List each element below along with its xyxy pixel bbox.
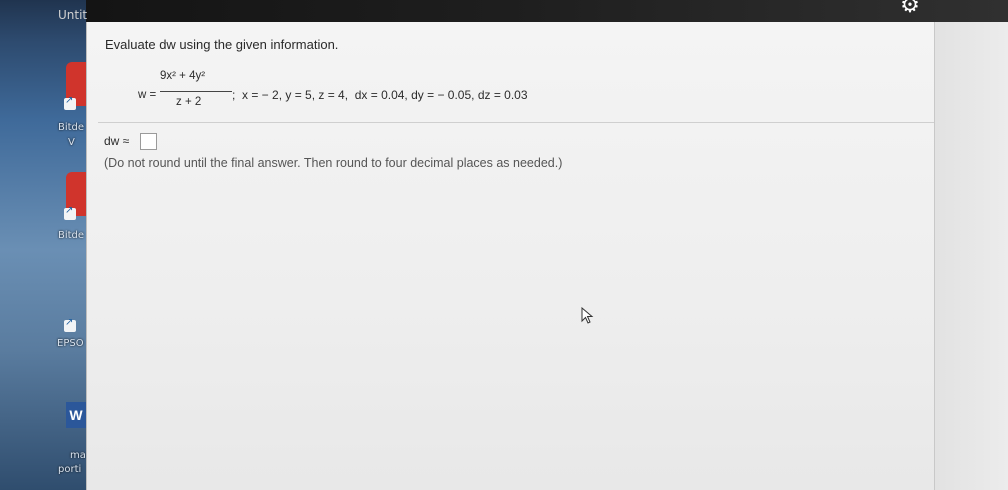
answer-label: dw ≈ bbox=[104, 134, 130, 148]
desktop-label-2[interactable]: V bbox=[68, 137, 75, 148]
top-bar bbox=[0, 0, 1008, 22]
desktop-background: Bitde V Bitde EPSO W ma porti bbox=[0, 0, 88, 490]
question-prompt: Evaluate dw using the given information. bbox=[105, 37, 339, 52]
given-values: ; x = − 2, y = 5, z = 4, dx = 0.04, dy =… bbox=[232, 88, 528, 102]
shortcut-arrow-icon bbox=[64, 95, 76, 110]
right-margin-strip bbox=[934, 22, 1008, 490]
answer-input[interactable] bbox=[140, 133, 157, 150]
fraction-denominator: z + 2 bbox=[176, 96, 202, 108]
desktop-label-6[interactable]: porti bbox=[58, 464, 81, 475]
w-label: w = bbox=[138, 89, 157, 101]
fraction-bar bbox=[160, 91, 232, 92]
desktop-label-5[interactable]: ma bbox=[70, 450, 86, 461]
word-app-icon[interactable]: W bbox=[66, 402, 86, 428]
mouse-cursor-icon bbox=[581, 307, 594, 324]
shortcut-arrow-icon bbox=[64, 317, 76, 332]
gear-icon[interactable]: ⚙ bbox=[897, 0, 923, 16]
desktop-label-4[interactable]: EPSO bbox=[57, 338, 84, 349]
section-divider bbox=[98, 122, 934, 123]
rounding-instruction: (Do not round until the final answer. Th… bbox=[104, 156, 563, 170]
desktop-label-3[interactable]: Bitde bbox=[58, 230, 84, 241]
window-tab-title[interactable]: Untit bbox=[58, 8, 87, 22]
desktop-label-1[interactable]: Bitde bbox=[58, 122, 84, 133]
fraction-numerator: 9x² + 4y² bbox=[160, 70, 206, 82]
shortcut-arrow-icon bbox=[64, 205, 76, 220]
